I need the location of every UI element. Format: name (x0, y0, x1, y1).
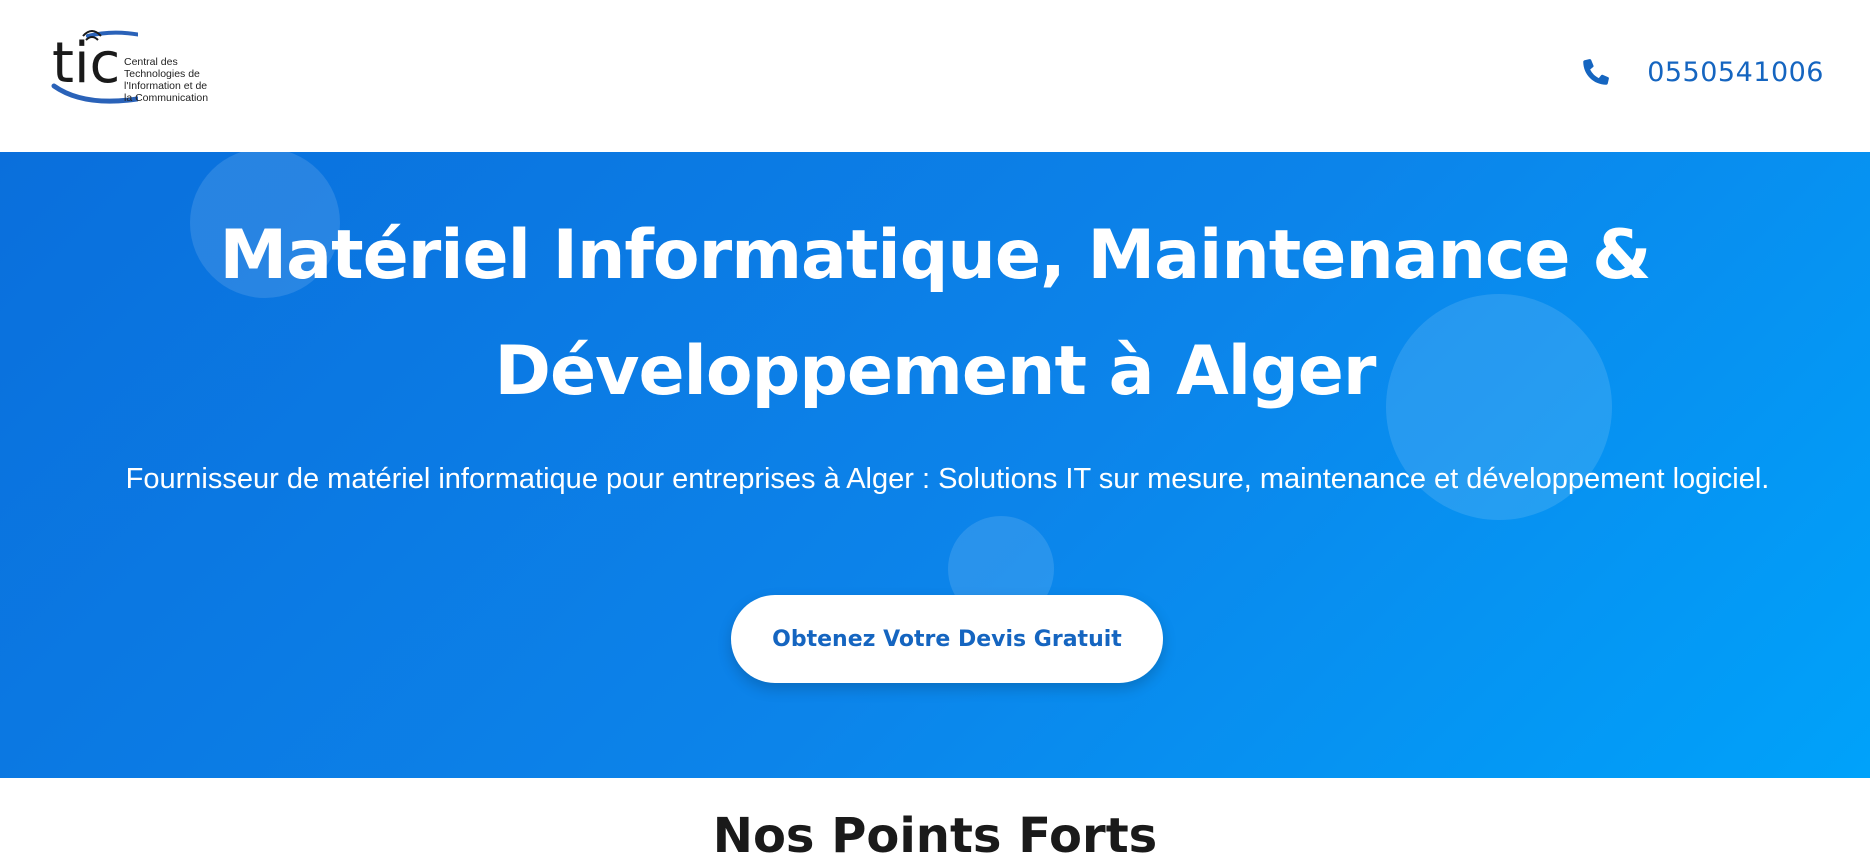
phone-number[interactable]: 0550541006 (1647, 57, 1824, 88)
hero-banner: Matériel Informatique, Maintenance & Dév… (0, 152, 1870, 778)
site-logo[interactable]: tic Central des Technologies de l'Inform… (48, 26, 228, 108)
get-free-quote-button[interactable]: Obtenez Votre Devis Gratuit (731, 595, 1163, 683)
logo-wordmark: tic (52, 31, 120, 96)
hero-title: Matériel Informatique, Maintenance & Dév… (219, 216, 1652, 411)
header-phone[interactable]: 0550541006 (1579, 52, 1824, 92)
section-title-strengths: Nos Points Forts (712, 808, 1158, 864)
phone-icon (1583, 59, 1610, 85)
site-header: tic Central des Technologies de l'Inform… (0, 0, 1870, 152)
logo-tagline: Central des Technologies de l'Informatio… (124, 56, 209, 104)
hero-subtitle: Fournisseur de matériel informatique pou… (125, 463, 1770, 495)
